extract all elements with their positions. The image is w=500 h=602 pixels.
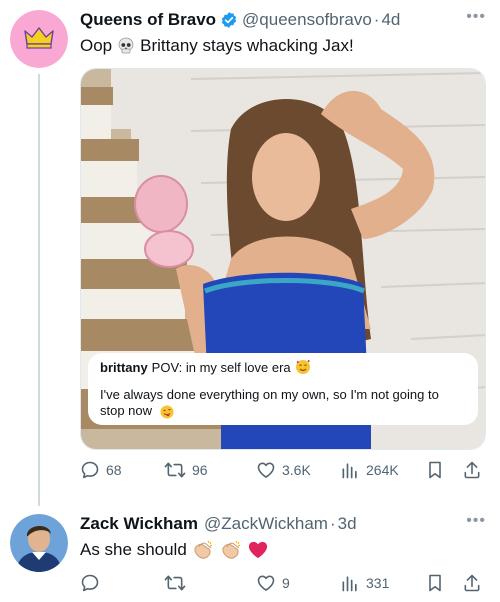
handle[interactable]: @ZackWickham	[204, 514, 328, 534]
avatar[interactable]	[10, 10, 68, 68]
bookmark-icon	[429, 574, 441, 592]
tweet-zack-wickham[interactable]: Zack Wickham @ZackWickham · 3d ••• As sh…	[0, 500, 500, 602]
timestamp[interactable]: 4d	[381, 10, 400, 30]
bookmark-button[interactable]	[426, 460, 444, 480]
clapping-hands-emoji-icon	[191, 539, 215, 561]
retweet-count: 96	[192, 462, 208, 478]
tweet-queens-of-bravo[interactable]: Queens of Bravo @queensofbravo · 4d ••• …	[0, 0, 500, 506]
reply-icon	[81, 461, 99, 479]
pov-user: brittany	[100, 359, 148, 375]
tweet-actions: 68 96 3.6K 264K	[80, 458, 490, 482]
tweet-header: Zack Wickham @ZackWickham · 3d	[80, 512, 357, 536]
queens-of-bravo-logo	[10, 10, 68, 68]
timestamp[interactable]: 3d	[338, 514, 357, 534]
reply-icon	[81, 574, 99, 592]
pov-line: brittany POV: in my self love era	[100, 359, 466, 375]
retweet-icon	[164, 462, 186, 478]
views-chart-icon	[342, 576, 357, 592]
zack-wickham-avatar	[10, 514, 68, 572]
reply-count: 68	[106, 462, 122, 478]
like-button[interactable]: 3.6K	[256, 460, 311, 480]
views-button[interactable]: 331	[340, 573, 389, 593]
bookmark-icon	[429, 461, 441, 479]
like-count: 3.6K	[282, 462, 311, 478]
tweet-text: Oop Brittany stays whacking Jax!	[80, 35, 354, 57]
retweet-button[interactable]: 96	[164, 460, 208, 480]
more-options-icon[interactable]: •••	[466, 512, 486, 530]
views-chart-icon	[342, 463, 357, 479]
view-count: 331	[366, 575, 390, 591]
view-count: 264K	[366, 462, 399, 478]
pov-text: POV: in my self love era	[151, 359, 291, 375]
winking-face-with-tongue-emoji-icon	[160, 405, 174, 419]
reply-button[interactable]: 68	[80, 460, 122, 480]
smiling-face-with-hearts-emoji-icon	[295, 359, 311, 375]
like-button[interactable]: 9	[256, 573, 290, 593]
tweet-text: As she should	[80, 539, 273, 561]
share-icon	[464, 461, 480, 479]
clapping-hands-emoji-icon	[219, 539, 243, 561]
tweet-header: Queens of Bravo @queensofbravo · 4d	[80, 8, 400, 32]
separator: ·	[373, 10, 380, 29]
share-button[interactable]	[462, 573, 482, 593]
tweet-text-part: Oop	[80, 36, 113, 55]
handle[interactable]: @queensofbravo	[242, 10, 372, 30]
thread-line	[38, 74, 40, 506]
display-name[interactable]: Queens of Bravo	[80, 10, 216, 30]
caption-quote: I've always done everything on my own, s…	[100, 387, 466, 419]
retweet-button[interactable]	[164, 573, 192, 593]
avatar[interactable]	[10, 514, 68, 572]
display-name[interactable]: Zack Wickham	[80, 514, 198, 534]
bookmark-button[interactable]	[426, 573, 444, 593]
share-button[interactable]	[462, 460, 482, 480]
tweet-text-part: Brittany stays whacking Jax!	[140, 36, 354, 55]
red-heart-emoji-icon	[247, 540, 269, 560]
separator: ·	[329, 514, 336, 533]
views-button[interactable]: 264K	[340, 460, 399, 480]
tweet-text-part: As she should	[80, 540, 187, 559]
reply-button[interactable]	[80, 573, 106, 593]
share-icon	[464, 574, 480, 592]
caption-quote-text: I've always done everything on my own, s…	[100, 387, 439, 418]
heart-icon	[257, 462, 275, 478]
tweet-actions: 9 331	[80, 571, 490, 595]
retweet-icon	[164, 575, 186, 591]
heart-icon	[257, 575, 275, 591]
skull-emoji-icon	[116, 36, 136, 56]
verified-badge-icon	[220, 11, 238, 29]
video-caption: brittany POV: in my self love era I've a…	[88, 353, 478, 425]
more-options-icon[interactable]: •••	[466, 8, 486, 26]
like-count: 9	[282, 575, 290, 591]
